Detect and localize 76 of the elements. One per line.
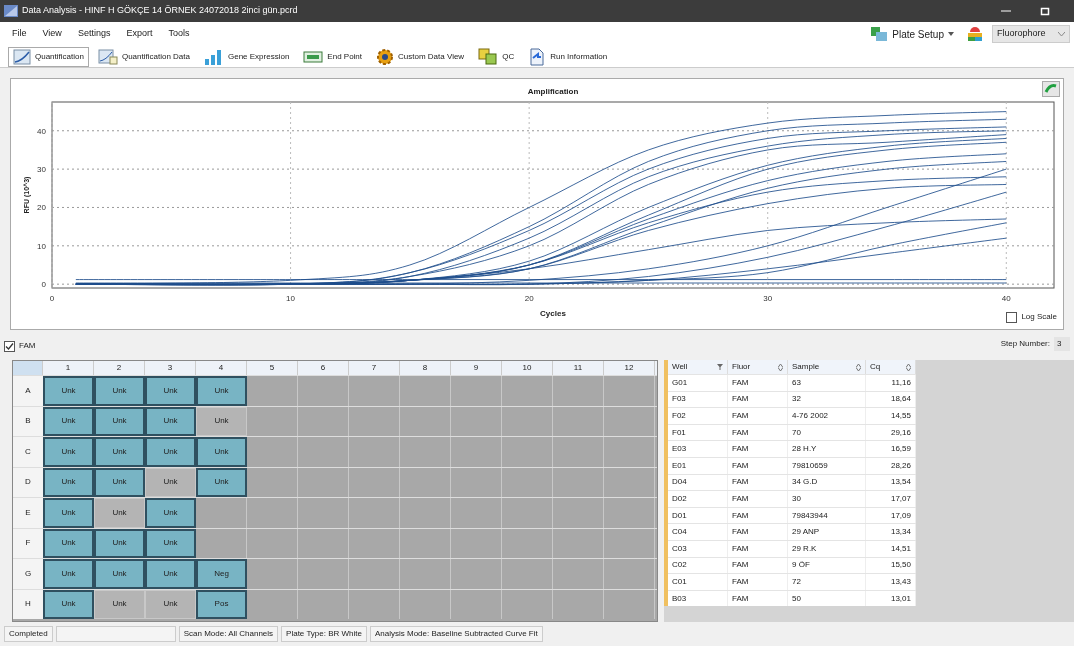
- table-cell: F02: [668, 408, 728, 424]
- table-cell: FAM: [728, 524, 788, 540]
- table-cell: FAM: [728, 507, 788, 524]
- table-cell: 70: [788, 424, 866, 441]
- table-cell: FAM: [728, 457, 788, 474]
- y-tick-label: 10: [37, 241, 46, 251]
- table-cell: FAM: [728, 491, 788, 507]
- table-cell: 13,43: [866, 574, 916, 590]
- table-cell: 29 R.K: [788, 540, 866, 557]
- table-cell: 13,54: [866, 474, 916, 491]
- table-cell: FAM: [728, 474, 788, 491]
- table-cell: FAM: [728, 424, 788, 441]
- table-cell: C04: [668, 524, 728, 540]
- table-cell: FAM: [728, 391, 788, 408]
- table-cell: FAM: [728, 375, 788, 391]
- status-field: Completed: [4, 626, 53, 642]
- step-number-label: Step Number:: [1000, 338, 1050, 350]
- table-cell: FAM: [728, 590, 788, 607]
- table-cell: 72: [788, 574, 866, 590]
- table-cell: 28,26: [866, 457, 916, 474]
- table-cell: 34 G.D: [788, 474, 866, 491]
- table-cell: D02: [668, 491, 728, 507]
- table-cell: 18,64: [866, 391, 916, 408]
- table-cell: 16,59: [866, 441, 916, 457]
- table-cell: 13,01: [866, 590, 916, 607]
- x-tick-label: 0: [49, 294, 55, 303]
- x-axis-label: Cycles: [540, 309, 566, 318]
- table-cell: 79843944: [788, 507, 866, 524]
- table-cell: G01: [668, 375, 728, 391]
- table-cell: F03: [668, 391, 728, 408]
- table-cell: 29,16: [866, 424, 916, 441]
- table-cell: 50: [788, 590, 866, 607]
- status-field: Plate Type: BR White: [281, 626, 367, 642]
- window-title: Data Analysis - HINF H GÖKÇE 14 ÖRNEK 24072018 2inci gün.pcrd: [22, 4, 298, 18]
- table-cell: 32: [788, 391, 866, 408]
- table-cell: 15,50: [866, 557, 916, 574]
- x-tick-label: 10: [286, 294, 295, 303]
- table-cell: 30: [788, 491, 866, 507]
- table-cell: C01: [668, 574, 728, 590]
- table-cell: 9 ÖF: [788, 557, 866, 574]
- table-cell: E01: [668, 457, 728, 474]
- table-cell: 14,55: [866, 408, 916, 424]
- y-tick-label: 40: [37, 126, 46, 136]
- table-cell: 11,16: [866, 375, 916, 391]
- table-cell: 4-76 2002: [788, 408, 866, 424]
- fam-label: FAM: [19, 340, 36, 352]
- log-scale-label: Log Scale: [1021, 311, 1057, 323]
- status-field: Analysis Mode: Baseline Subtracted Curve Fit: [369, 626, 543, 642]
- table-cell: FAM: [728, 540, 788, 557]
- table-cell: C02: [668, 557, 728, 574]
- table-cell: 14,51: [866, 540, 916, 557]
- table-cell: FAM: [728, 557, 788, 574]
- y-tick-label: 30: [37, 165, 46, 175]
- table-cell: 13,34: [866, 524, 916, 540]
- table-cell: 17,07: [866, 491, 916, 507]
- table-cell: 63: [788, 375, 866, 391]
- status-field: Scan Mode: All Channels: [178, 626, 279, 642]
- table-cell: FAM: [728, 574, 788, 590]
- y-tick-label: 20: [37, 203, 46, 213]
- table-cell: E03: [668, 441, 728, 457]
- table-cell: FAM: [728, 441, 788, 457]
- table-cell: 17,09: [866, 507, 916, 524]
- table-cell: D01: [668, 507, 728, 524]
- table-cell: D04: [668, 474, 728, 491]
- table-cell: FAM: [728, 408, 788, 424]
- x-tick-label: 30: [763, 294, 773, 303]
- chart-title: Amplification: [527, 87, 579, 96]
- table-cell: C03: [668, 540, 728, 557]
- table-cell: B03: [668, 590, 728, 607]
- y-tick-label: 0: [41, 280, 46, 290]
- table-cell: 79810659: [788, 457, 866, 474]
- x-tick-label: 20: [524, 294, 534, 303]
- x-tick-label: 40: [1001, 294, 1011, 303]
- table-cell: 29 ANP: [788, 524, 866, 540]
- table-cell: F01: [668, 424, 728, 441]
- table-cell: 28 H.Y: [788, 441, 866, 457]
